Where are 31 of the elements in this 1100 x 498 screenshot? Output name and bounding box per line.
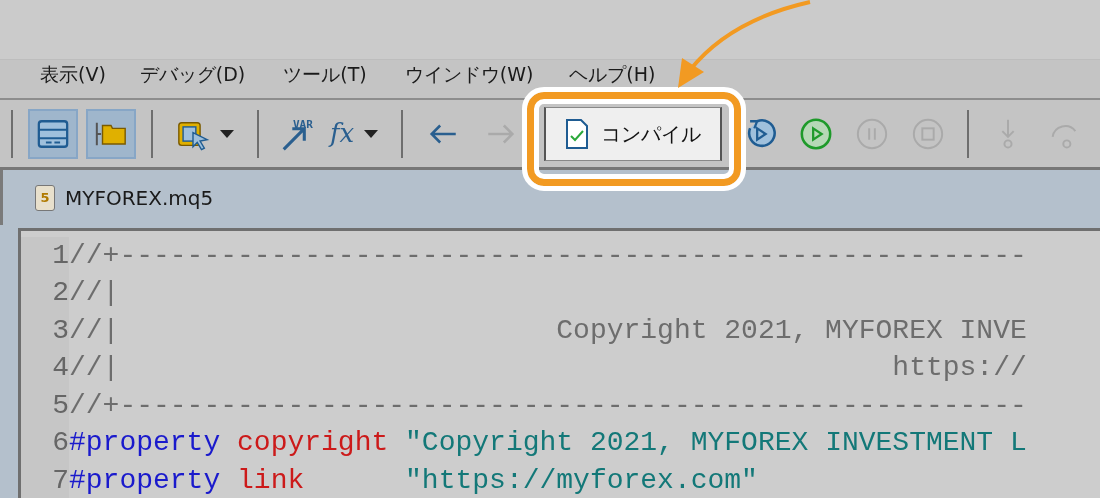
menu-item[interactable]: ウインドウ(W) bbox=[404, 65, 534, 84]
code-line: //| bbox=[69, 277, 120, 310]
file-type-badge: 5 bbox=[35, 184, 55, 211]
toggle-button[interactable] bbox=[28, 108, 78, 159]
menu-item[interactable]: ヘルプ(H) bbox=[569, 65, 656, 84]
toggle-button[interactable] bbox=[86, 108, 136, 159]
line-number: 2 bbox=[21, 274, 69, 312]
stop-icon bbox=[911, 116, 946, 151]
compile-button[interactable]: コンパイル bbox=[544, 106, 723, 161]
line-number: 7 bbox=[21, 462, 69, 498]
line-number: 3 bbox=[21, 312, 69, 350]
menu-item[interactable]: ツール(T) bbox=[283, 65, 367, 84]
line-number: 6 bbox=[21, 424, 69, 462]
code-line: //+------------------------------------------------------ bbox=[69, 389, 1027, 422]
line-number: 4 bbox=[21, 349, 69, 387]
file-tab[interactable]: 5 MYFOREX.mq5 bbox=[29, 181, 220, 214]
code-line: #property link "https://myforex.com" bbox=[69, 464, 758, 497]
menu-item[interactable]: デバッグ(D) bbox=[139, 65, 246, 84]
menu-item[interactable]: 表示(V) bbox=[40, 65, 106, 84]
line-number: 5 bbox=[21, 387, 69, 425]
code-line: //| Copyright 2021, MYFOREX INVE bbox=[69, 314, 1027, 347]
line-number: 1 bbox=[21, 237, 69, 275]
tool-button[interactable]: fx bbox=[322, 108, 387, 159]
arrow-up-right-icon bbox=[282, 126, 306, 151]
code-line: //| https:// bbox=[69, 352, 1027, 385]
code-line: #property copyright "Copyright 2021, MYFOREX INVESTMENT L bbox=[69, 427, 1027, 460]
code-line: //+------------------------------------------------------ bbox=[69, 239, 1027, 272]
play-icon bbox=[799, 116, 834, 151]
document-check-icon bbox=[565, 117, 590, 150]
tool-button[interactable]: VAR bbox=[274, 108, 314, 159]
pause-icon bbox=[855, 116, 890, 151]
